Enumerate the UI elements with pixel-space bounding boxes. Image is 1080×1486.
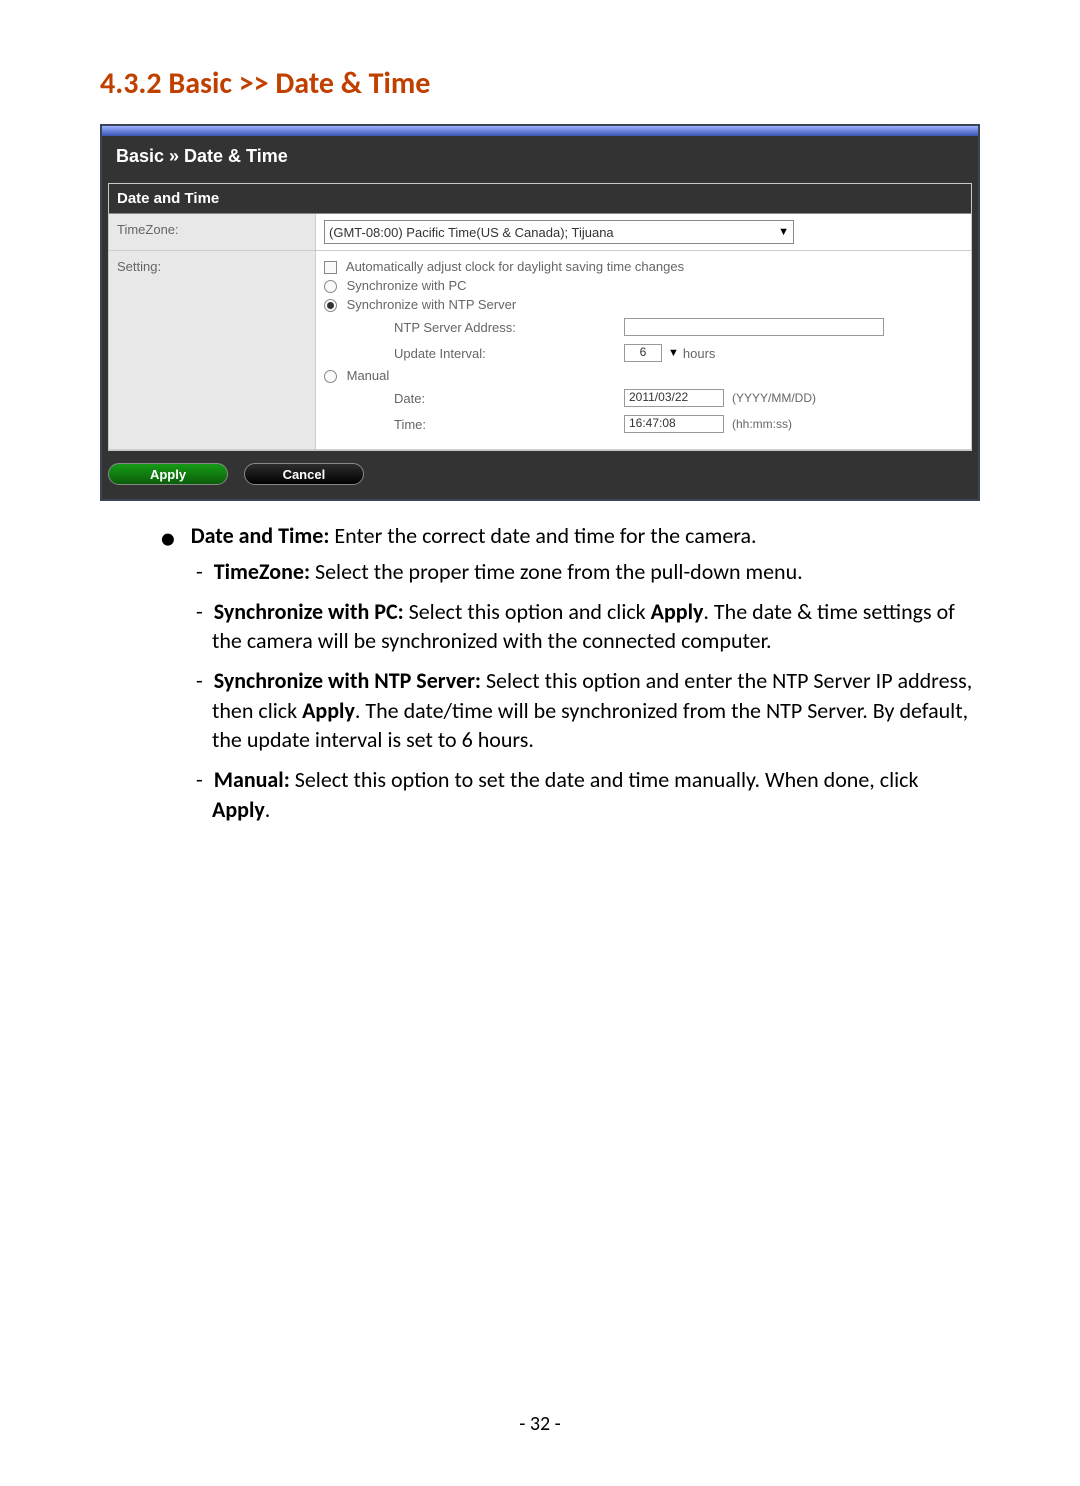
manual-radio[interactable] bbox=[324, 370, 337, 383]
date-input[interactable]: 2011/03/22 bbox=[624, 389, 724, 407]
page-number: - 32 - bbox=[0, 1412, 1080, 1436]
panel-subtitle: Date and Time bbox=[109, 184, 971, 214]
time-label: Time: bbox=[394, 417, 624, 432]
apply-button[interactable]: Apply bbox=[108, 463, 228, 485]
ntp-address-input[interactable] bbox=[624, 318, 884, 336]
desc-manual: - Manual: Select this option to set the … bbox=[196, 765, 980, 824]
date-hint: (YYYY/MM/DD) bbox=[732, 391, 816, 405]
chevron-down-icon[interactable]: ▼ bbox=[668, 347, 679, 359]
ntp-address-label: NTP Server Address: bbox=[394, 320, 624, 335]
screenshot-panel: Basic » Date & Time Date and Time TimeZo… bbox=[100, 124, 980, 501]
time-input[interactable]: 16:47:08 bbox=[624, 415, 724, 433]
dst-checkbox[interactable] bbox=[324, 261, 337, 274]
chevron-down-icon: ▼ bbox=[778, 226, 789, 238]
panel-title: Basic » Date & Time bbox=[102, 136, 978, 183]
setting-label: Setting: bbox=[109, 251, 316, 450]
sync-pc-radio[interactable] bbox=[324, 280, 337, 293]
desc-timezone: - TimeZone: Select the proper time zone … bbox=[196, 557, 980, 587]
bullet-icon: ● bbox=[160, 522, 176, 554]
update-interval-input[interactable]: 6 bbox=[624, 344, 662, 362]
sync-ntp-label: Synchronize with NTP Server bbox=[347, 297, 517, 312]
desc-date-time: ● Date and Time: Enter the correct date … bbox=[160, 521, 980, 551]
window-titlebar bbox=[102, 126, 978, 136]
timezone-label: TimeZone: bbox=[109, 214, 316, 251]
time-hint: (hh:mm:ss) bbox=[732, 417, 792, 431]
timezone-select[interactable]: (GMT-08:00) Pacific Time(US & Canada); T… bbox=[324, 220, 794, 244]
update-interval-label: Update Interval: bbox=[394, 346, 624, 361]
sync-ntp-radio[interactable] bbox=[324, 299, 337, 312]
sync-pc-label: Synchronize with PC bbox=[347, 278, 467, 293]
timezone-value: (GMT-08:00) Pacific Time(US & Canada); T… bbox=[329, 225, 614, 240]
dst-label: Automatically adjust clock for daylight … bbox=[346, 259, 684, 274]
update-interval-unit: hours bbox=[683, 346, 716, 361]
section-heading: 4.3.2 Basic >> Date & Time bbox=[100, 65, 980, 102]
desc-sync-pc: - Synchronize with PC: Select this optio… bbox=[196, 597, 980, 656]
desc-sync-ntp: - Synchronize with NTP Server: Select th… bbox=[196, 666, 980, 755]
cancel-button[interactable]: Cancel bbox=[244, 463, 364, 485]
date-label: Date: bbox=[394, 391, 624, 406]
manual-label: Manual bbox=[347, 368, 390, 383]
